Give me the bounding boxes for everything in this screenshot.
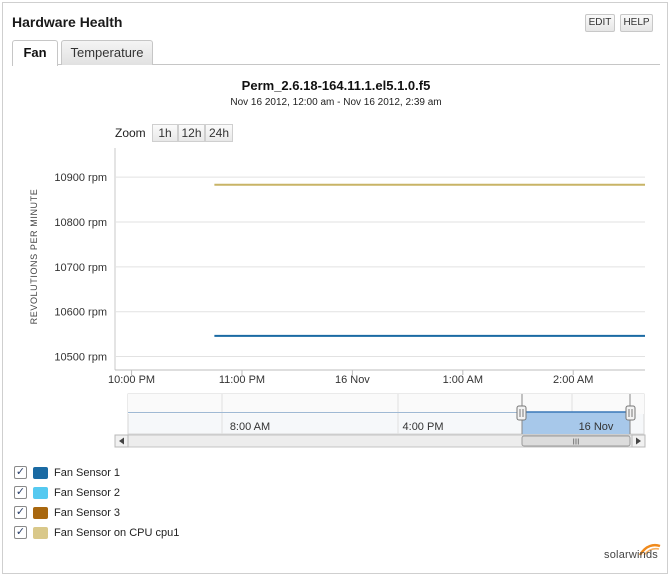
legend-label: Fan Sensor 1 <box>54 467 121 479</box>
legend-item[interactable]: ✓ Fan Sensor 1 <box>14 465 214 481</box>
legend-swatch <box>33 467 48 479</box>
range-navigator[interactable]: 8:00 AM 4:00 PM 16 Nov III <box>0 0 672 460</box>
navigator-left-handle[interactable] <box>516 405 527 421</box>
legend-item[interactable]: ✓ Fan Sensor 3 <box>14 505 214 521</box>
legend-label: Fan Sensor 3 <box>54 507 121 519</box>
legend-item[interactable]: ✓ Fan Sensor on CPU cpu1 <box>14 525 214 541</box>
legend-checkbox[interactable]: ✓ <box>14 526 27 539</box>
legend-checkbox[interactable]: ✓ <box>14 466 27 479</box>
legend-swatch <box>33 507 48 519</box>
legend-swatch <box>33 487 48 499</box>
navigator-selection[interactable] <box>522 412 630 434</box>
navigator-series-line <box>128 412 522 413</box>
navigator-band <box>128 394 644 414</box>
navigator-right-handle[interactable] <box>625 405 636 421</box>
scrollbar-grip: III <box>573 438 580 447</box>
scroll-left-button[interactable] <box>114 434 129 448</box>
legend-label: Fan Sensor on CPU cpu1 <box>54 527 180 539</box>
legend-item[interactable]: ✓ Fan Sensor 2 <box>14 485 214 501</box>
legend-checkbox[interactable]: ✓ <box>14 486 27 499</box>
solarwinds-logo: solarwinds <box>604 549 658 561</box>
legend-checkbox[interactable]: ✓ <box>14 506 27 519</box>
navigator-tick-label: 16 Nov <box>579 421 614 433</box>
navigator-tick-label: 4:00 PM <box>403 421 444 433</box>
scroll-right-button[interactable] <box>631 434 646 448</box>
legend-swatch <box>33 527 48 539</box>
legend-label: Fan Sensor 2 <box>54 487 121 499</box>
tab-fan[interactable]: Fan <box>12 40 58 66</box>
navigator-tick-label: 8:00 AM <box>230 421 270 433</box>
